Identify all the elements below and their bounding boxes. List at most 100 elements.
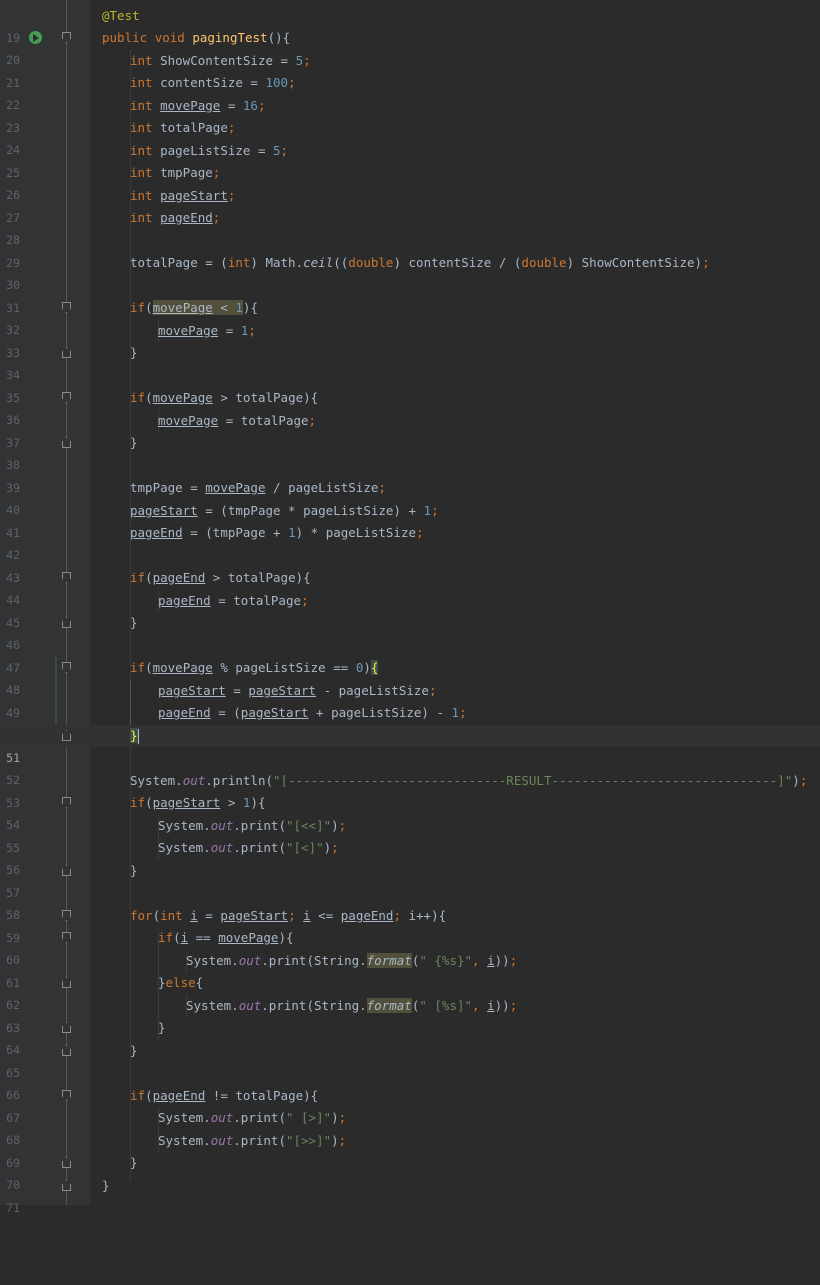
code-text: movePage = totalPage; [158,413,317,428]
code-text: System.out.print("[<]"); [158,840,339,855]
line-number: 71 [6,1201,20,1215]
code-text: if(pageEnd > totalPage){ [130,570,311,585]
code-line[interactable]: 21 int ShowContentSize = 5; [0,50,820,90]
code-line[interactable]: 50 pageEnd = (pageStart + pageListSize) … [0,702,820,742]
fold-close-icon[interactable] [62,865,71,876]
code-line[interactable]: 35 [0,365,820,405]
code-text: System.out.print(" [>]"); [158,1110,347,1125]
code-line[interactable]: 27 int pageStart; [0,185,820,225]
code-line[interactable]: 42 pageEnd = (tmpPage + 1) * pageListSiz… [0,522,820,562]
code-line[interactable]: 69 System.out.print("[>>]"); [0,1130,820,1170]
code-editor[interactable]: 19 @Test 20 public void pagingTest(){ 21… [0,0,820,1215]
code-text: } [130,728,139,744]
code-line[interactable]: 53 System.out.println("[----------------… [0,770,820,810]
code-line[interactable]: 36 if(movePage > totalPage){ [0,387,820,427]
code-line[interactable]: 25 int pageListSize = 5; [0,140,820,180]
fold-close-icon[interactable] [62,347,71,358]
code-line[interactable]: 23 int movePage = 16; [0,95,820,135]
fold-open-icon[interactable] [62,797,71,808]
code-text: } [130,863,138,878]
code-line[interactable]: 60 if(i == movePage){ [0,927,820,967]
fold-open-icon[interactable] [62,662,71,673]
code-line[interactable]: 22 int contentSize = 100; [0,72,820,112]
code-line[interactable]: 39 [0,455,820,495]
fold-open-icon[interactable] [62,910,71,921]
fold-open-icon[interactable] [62,302,71,313]
code-line[interactable]: 48 if(movePage % pageListSize == 0){ [0,657,820,697]
fold-close-icon[interactable] [62,617,71,628]
code-line[interactable]: 31 [0,275,820,315]
code-line[interactable]: 54 if(pageStart > 1){ [0,792,820,832]
code-line[interactable]: 61 System.out.print(String.format(" {%s}… [0,950,820,990]
code-text: } [158,1020,166,1035]
fold-open-icon[interactable] [62,932,71,943]
code-text: } [102,1178,110,1193]
code-line[interactable]: 24 int totalPage; [0,117,820,157]
code-text: int pageEnd; [130,210,221,225]
code-line[interactable]: 41 pageStart = (tmpPage * pageListSize) … [0,500,820,540]
code-line[interactable]: 47 [0,635,820,675]
code-text: int pageListSize = 5; [130,143,289,158]
code-text: int contentSize = 100; [130,75,296,90]
code-line-current[interactable]: 51 } [0,725,820,765]
code-text: int movePage = 16; [130,98,266,113]
text-caret [137,729,139,744]
code-line[interactable]: 40 tmpPage = movePage / pageListSize; [0,477,820,517]
code-line[interactable]: 33 movePage = 1; [0,320,820,360]
code-line[interactable]: 58 [0,882,820,922]
code-line[interactable]: 62 }else{ [0,972,820,1012]
code-line[interactable]: 71 } [0,1175,820,1215]
code-text: if(movePage < 1){ [130,300,258,315]
code-line[interactable]: 28 int pageEnd; [0,207,820,247]
code-line[interactable]: 68 System.out.print(" [>]"); [0,1107,820,1147]
fold-close-icon[interactable] [62,1022,71,1033]
code-text: if(i == movePage){ [158,930,294,945]
code-line[interactable]: 59 for(int i = pageStart; i <= pageEnd; … [0,905,820,945]
fold-close-icon[interactable] [62,730,71,741]
code-text: tmpPage = movePage / pageListSize; [130,480,386,495]
fold-open-icon[interactable] [62,572,71,583]
fold-open-icon[interactable] [62,392,71,403]
code-line[interactable]: 49 pageStart = pageStart - pageListSize; [0,680,820,720]
code-line[interactable]: 65 } [0,1040,820,1080]
code-line[interactable]: 46 } [0,612,820,652]
run-test-icon[interactable] [29,31,42,44]
code-line[interactable]: 38 } [0,432,820,472]
code-line[interactable]: 55 System.out.print("[<<]"); [0,815,820,855]
code-line[interactable]: 44 if(pageEnd > totalPage){ [0,567,820,607]
code-text: } [130,615,138,630]
code-line[interactable]: 67 if(pageEnd != totalPage){ [0,1085,820,1125]
code-line[interactable]: 20 public void pagingTest(){ [0,27,820,67]
code-line[interactable]: 45 pageEnd = totalPage; [0,590,820,630]
code-line[interactable]: 52 [0,747,820,787]
code-text: pageStart = (tmpPage * pageListSize) + 1… [130,503,439,518]
code-line[interactable]: 32 if(movePage < 1){ [0,297,820,337]
code-text: totalPage = (int) Math.ceil((double) con… [130,255,710,270]
code-text: int pageStart; [130,188,236,203]
code-line[interactable]: 26 int tmpPage; [0,162,820,202]
code-line[interactable]: 30 totalPage = (int) Math.ceil((double) … [0,252,820,292]
code-text: if(pageEnd != totalPage){ [130,1088,319,1103]
fold-close-icon[interactable] [62,977,71,988]
code-line[interactable]: 63 System.out.print(String.format(" [%s]… [0,995,820,1035]
code-text: } [130,1043,138,1058]
code-line[interactable]: 43 [0,545,820,585]
code-line[interactable]: 29 [0,230,820,270]
code-line[interactable]: 56 System.out.print("[<]"); [0,837,820,877]
code-line[interactable]: 70 } [0,1152,820,1192]
fold-close-icon[interactable] [62,1180,71,1191]
code-line[interactable]: 34 } [0,342,820,382]
code-line[interactable]: 37 movePage = totalPage; [0,410,820,450]
fold-close-icon[interactable] [62,1157,71,1168]
fold-close-icon[interactable] [62,1045,71,1056]
code-line[interactable]: 64 } [0,1017,820,1057]
code-line[interactable]: 57 } [0,860,820,900]
code-text: int tmpPage; [130,165,221,180]
fold-close-icon[interactable] [62,437,71,448]
code-text: } [130,345,138,360]
code-line[interactable]: 19 @Test [0,5,820,45]
fold-open-icon[interactable] [62,1090,71,1101]
fold-open-icon[interactable] [62,32,71,43]
code-line[interactable]: 66 [0,1062,820,1102]
code-text: } [130,1155,138,1170]
